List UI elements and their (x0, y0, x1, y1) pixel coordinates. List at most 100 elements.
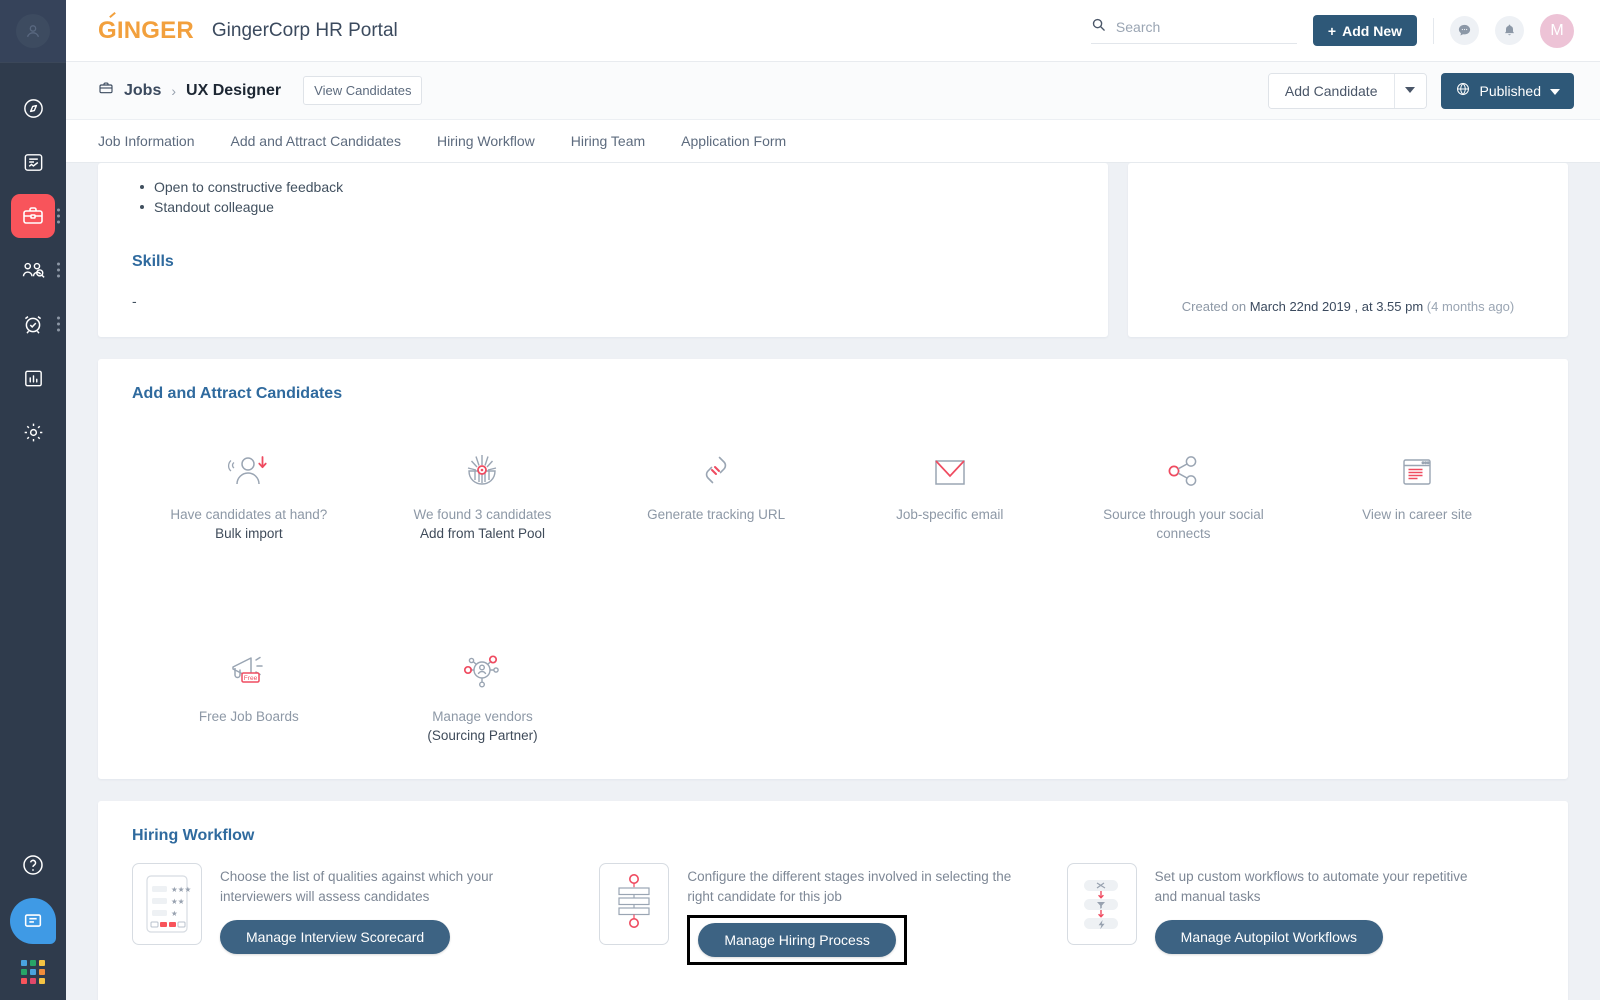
rail-items (0, 63, 66, 459)
page-title: GingerCorp HR Portal (211, 19, 398, 41)
tile-social-connects[interactable]: Source through your social connects (1067, 413, 1301, 543)
list-item: Standout colleague (132, 197, 1074, 217)
chevron-down-icon[interactable] (1393, 73, 1426, 108)
dashboard-compass-icon (11, 86, 55, 130)
rail-overflow-dots[interactable] (57, 208, 60, 224)
share-nodes-icon (1161, 439, 1205, 491)
tile-line1: Manage vendors (432, 709, 533, 724)
workflow-item-scorecard: ★★★ ★★ ★ Choose the list of qualities ag… (132, 863, 599, 965)
tile-manage-vendors[interactable]: Manage vendors (Sourcing Partner) (366, 615, 600, 745)
sidebar-item-inbox[interactable] (0, 135, 66, 189)
main-column: GINGER GingerCorp HR Portal + Add New (66, 0, 1600, 1000)
created-on-row: Created on March 22nd 2019 , at 3.55 pm … (1158, 297, 1538, 317)
tile-line2: Bulk import (215, 526, 283, 541)
workflow-body: Choose the list of qualities against whi… (220, 863, 550, 954)
header-actions: + Add New M (1090, 13, 1574, 48)
tile-line1: Job-specific email (896, 507, 1004, 522)
tile-line2: (Sourcing Partner) (427, 728, 538, 743)
workflow-description: Choose the list of qualities against whi… (220, 869, 494, 904)
manage-hiring-process-button[interactable]: Manage Hiring Process (698, 923, 896, 957)
section-heading-workflow: Hiring Workflow (132, 827, 255, 844)
manage-interview-scorecard-button[interactable]: Manage Interview Scorecard (220, 920, 451, 954)
brand-logo[interactable]: GINGER (98, 11, 194, 45)
tile-bulk-import[interactable]: Have candidates at hand? Bulk import (132, 413, 366, 543)
tile-career-site[interactable]: View in career site (1300, 413, 1534, 543)
brand-text: GINGER (98, 16, 194, 44)
bar-chart-icon (11, 356, 55, 400)
tab-hiring-team[interactable]: Hiring Team (553, 120, 663, 163)
created-on-value: March 22nd 2019 , at 3.55 pm (1249, 299, 1424, 314)
chevron-down-icon (1550, 83, 1560, 99)
add-new-button[interactable]: + Add New (1312, 15, 1417, 46)
sidebar-item-dashboard[interactable] (0, 81, 66, 135)
top-header: GINGER GingerCorp HR Portal + Add New (66, 0, 1600, 62)
avatar-initial: M (1550, 21, 1564, 39)
sidebar-item-tasks[interactable] (0, 297, 66, 351)
tab-hiring-workflow[interactable]: Hiring Workflow (419, 120, 553, 163)
svg-text:Free: Free (244, 675, 258, 682)
add-candidate-split-button: Add Candidate (1267, 72, 1427, 109)
sidebar-item-jobs[interactable] (0, 189, 66, 243)
created-on-relative: (4 months ago) (1426, 299, 1515, 314)
breadcrumb-current: UX Designer (186, 81, 282, 99)
chat-icon[interactable] (10, 898, 56, 944)
search-box[interactable] (1090, 17, 1297, 44)
tile-line1: We found 3 candidates (413, 507, 552, 522)
content-padding: Open to constructive feedback Standout c… (66, 163, 1600, 1000)
tile-line2: Add from Talent Pool (419, 526, 546, 541)
breadcrumb-jobs-link[interactable]: Jobs (124, 82, 161, 100)
breadcrumb-actions: Add Candidate Published (1267, 72, 1574, 109)
search-input[interactable] (1115, 19, 1286, 35)
job-bullet-list: Open to constructive feedback Standout c… (132, 177, 1074, 217)
list-item: Open to constructive feedback (132, 177, 1074, 197)
alarm-check-icon (11, 302, 55, 346)
workflow-item-autopilot: Set up custom workflows to automate your… (1066, 863, 1534, 965)
status-badge[interactable]: Published (1440, 72, 1574, 109)
rail-overflow-dots[interactable] (57, 262, 60, 278)
tile-talent-pool[interactable]: We found 3 candidates Add from Talent Po… (366, 413, 600, 543)
avatar[interactable]: M (1540, 13, 1574, 48)
vendor-network-icon (458, 641, 506, 693)
chat-icon[interactable] (1450, 16, 1479, 45)
tile-line1: View in career site (1362, 507, 1473, 522)
help-circle-icon[interactable] (21, 853, 45, 882)
rail-bottom-items (0, 853, 66, 984)
briefcase-icon (98, 80, 114, 101)
tab-job-information[interactable]: Job Information (98, 120, 213, 163)
search-icon (1091, 17, 1106, 37)
automation-bolt-icon (1066, 863, 1137, 945)
tab-add-and-attract[interactable]: Add and Attract Candidates (213, 120, 419, 163)
rail-profile[interactable] (0, 0, 66, 62)
workflow-body: Set up custom workflows to automate your… (1154, 863, 1485, 954)
view-candidates-button[interactable]: View Candidates (303, 76, 423, 105)
workflow-description: Set up custom workflows to automate your… (1154, 869, 1468, 904)
created-on-label: Created on (1181, 299, 1247, 314)
tab-application-form[interactable]: Application Form (663, 120, 804, 163)
sidebar-item-reports[interactable] (0, 351, 66, 405)
sidebar-item-candidates[interactable] (0, 243, 66, 297)
chevron-right-icon: › (171, 82, 177, 99)
bell-icon[interactable] (1495, 16, 1524, 45)
content-scroll-area[interactable]: Open to constructive feedback Standout c… (66, 163, 1600, 1000)
apps-grid-icon[interactable] (21, 960, 45, 984)
breadcrumb: Jobs › UX Designer View Candidates (98, 76, 423, 105)
tab-bar: Job Information Add and Attract Candidat… (66, 120, 1600, 163)
add-candidate-button[interactable]: Add Candidate (1268, 73, 1394, 108)
rail-overflow-dots[interactable] (57, 316, 60, 332)
tile-tracking-url[interactable]: Generate tracking URL (599, 413, 833, 543)
tile-free-job-boards[interactable]: Free Free Job Boards (132, 615, 366, 745)
app-root: GINGER GingerCorp HR Portal + Add New (0, 0, 1600, 1000)
left-rail (0, 0, 66, 1000)
sidebar-item-settings[interactable] (0, 405, 66, 459)
megaphone-free-icon: Free (223, 641, 275, 693)
link-icon (696, 439, 736, 491)
plus-icon: + (1327, 22, 1337, 39)
scorecard-stars-icon: ★★★ ★★ ★ (132, 863, 202, 945)
manage-autopilot-workflows-button[interactable]: Manage Autopilot Workflows (1154, 920, 1384, 954)
published-label: Published (1479, 82, 1542, 99)
header-divider (1433, 17, 1434, 44)
tile-job-specific-email[interactable]: Job-specific email (833, 413, 1067, 543)
workflow-body: Configure the different stages involved … (687, 863, 1017, 965)
add-new-label: Add New (1342, 22, 1402, 39)
career-site-icon (1396, 439, 1438, 491)
